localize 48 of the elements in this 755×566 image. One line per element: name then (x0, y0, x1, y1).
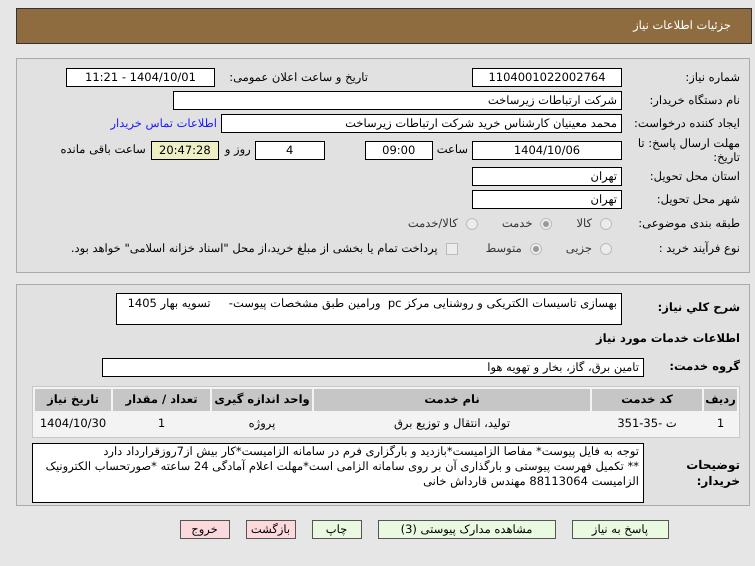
page-title: جزئیات اطلاعات نیاز (633, 17, 731, 34)
action-button[interactable]: چاپ (312, 520, 362, 539)
radio-label: کالا/خدمت (408, 214, 458, 232)
field-label: تاریخ و ساعت اعلان عمومی: (228, 68, 369, 86)
radio-label: متوسط (486, 240, 522, 257)
column-header: نام خدمت (314, 389, 590, 411)
section-title: اطلاعات خدمات مورد نیاز (596, 330, 740, 348)
text-field[interactable]: 1104001022002764 (472, 68, 622, 87)
field-label: شرح کلي نیاز: (656, 299, 740, 316)
field-label: مهلت ارسال پاسخ: تا تاریخ: (636, 136, 740, 164)
text-area[interactable]: توجه به فایل پیوست* مفاصا الزامیست*بازدید و بارگزاری فرم در سامانه الزامیست*کار بیش از7روزقرارداد دارد ** تکمیل فهرست پیوستی و بارگذاری آن بر روی سامانه الزامی است*مهلت اعلام آمادگی 24 ساعته *صورتحساب الکترونیک الزامیست 88113064 مهندس قارداش خانی (32, 443, 644, 503)
action-button[interactable]: بازگشت (246, 520, 296, 539)
column-header: واحد اندازه گیری (212, 389, 312, 411)
text-field[interactable]: محمد معینیان کارشناس خرید شرکت ارتباطات زیرساخت (221, 114, 622, 133)
action-button[interactable]: پاسخ به نیاز (572, 520, 668, 539)
column-header: کد خدمت (592, 389, 702, 411)
text-field[interactable]: 4 (254, 140, 325, 160)
text-field[interactable]: 20:47:28 (150, 140, 219, 160)
field-label: ساعت (436, 141, 468, 158)
text-field[interactable]: 1404/10/01 - 11:21 (66, 68, 215, 87)
field-label: توضیحات خریدار: (685, 457, 740, 489)
text-field[interactable]: تامین برق، گاز، بخار و تهویه هوا (102, 358, 644, 376)
text-field[interactable]: شرکت ارتباطات زیرساخت (173, 91, 622, 110)
text-field[interactable]: تهران (472, 167, 622, 186)
field-label: طبقه بندی موضوعی: (637, 214, 740, 232)
column-header: تعداد / مقدار (113, 389, 210, 411)
field-label: نوع فرآیند خرید : (658, 240, 740, 257)
text-field[interactable]: تهران (472, 190, 622, 209)
payment-note: پرداخت تمام یا بخشی از مبلغ خرید،از محل "اسناد خزانه اسلامی" خواهد بود. (70, 240, 438, 257)
radio-label: جزیی (566, 240, 592, 257)
field-label: روز و (224, 141, 251, 158)
field-label: گروه خدمت: (668, 358, 740, 376)
contact-link[interactable]: اطلاعات تماس خریدار (110, 114, 217, 132)
text-field[interactable]: 1404/10/06 (472, 140, 622, 160)
column-header: تاریخ نیاز (35, 389, 111, 411)
text-area[interactable]: بهسازی تاسیسات الکتریکی و روشنایی مرکز pc ورامین طبق مشخصات پیوست- تسویه بهار 1405 (116, 293, 622, 325)
column-header: ردیف (704, 389, 737, 411)
action-button[interactable]: خروج (180, 520, 230, 539)
radio-label: خدمت (502, 214, 532, 232)
action-button[interactable]: مشاهده مدارک پیوستی (3) (378, 520, 556, 539)
field-label: شماره نیاز: (684, 68, 740, 86)
field-label: نام دستگاه خریدار: (648, 92, 740, 109)
field-label: ساعت باقی مانده (60, 141, 146, 158)
radio-label: کالا (576, 214, 592, 232)
field-label: ایجاد کننده درخواست: (633, 114, 740, 132)
field-label: استان محل تحویل: (648, 168, 740, 185)
text-field[interactable]: 09:00 (364, 140, 433, 160)
field-label: شهر محل تحویل: (656, 190, 740, 208)
